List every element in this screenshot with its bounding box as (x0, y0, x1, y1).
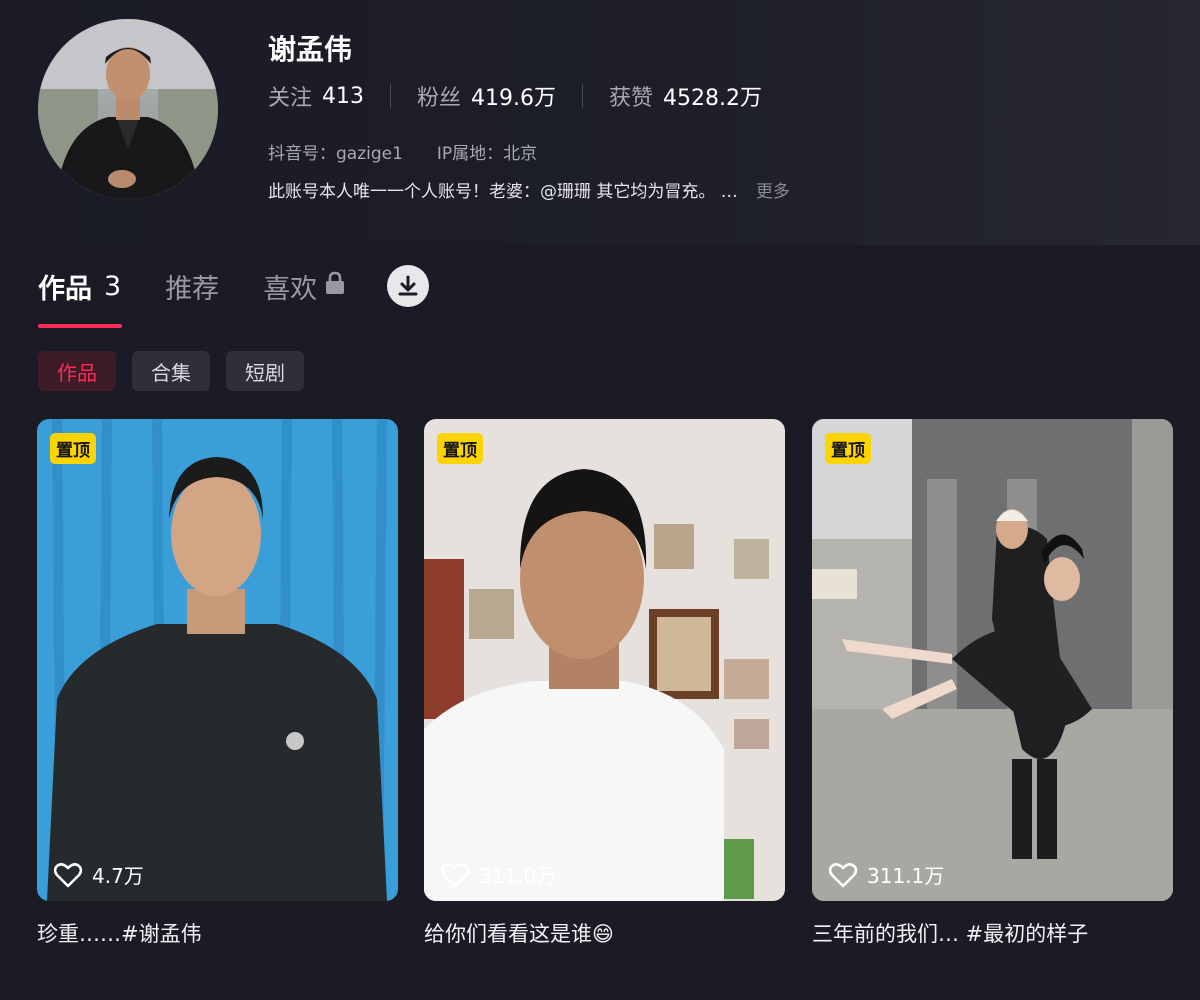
active-tab-indicator (38, 324, 122, 328)
tab-recommended[interactable]: 推荐 (165, 267, 219, 306)
likes-received-count: 4528.2万 (663, 86, 763, 111)
video-like-count: 311.1万 (829, 860, 944, 889)
pinned-badge: 置顶 (437, 433, 483, 464)
tab-works-label: 作品 (38, 273, 92, 305)
heart-icon (829, 862, 857, 888)
pinned-badge: 置顶 (50, 433, 96, 464)
stat-divider (390, 84, 392, 108)
bio-more-link[interactable]: 更多 (756, 177, 790, 202)
like-count-value: 311.1万 (867, 864, 945, 888)
heart-icon (54, 862, 82, 888)
video-thumbnail (424, 419, 785, 901)
avatar[interactable] (38, 19, 218, 199)
video-thumbnail (812, 419, 1173, 901)
video-title[interactable]: 给你们看看这是谁😄 (424, 918, 614, 948)
like-count-value: 4.7万 (92, 864, 144, 888)
profile-bio: 此账号本人唯一一个人账号！老婆：@珊珊 其它均为冒充。 … 更多 (268, 177, 790, 202)
stat-divider (582, 84, 584, 108)
video-card[interactable]: 置顶 311.1万 (812, 419, 1173, 901)
chip-works[interactable]: 作品 (38, 351, 116, 391)
heart-icon (441, 862, 469, 888)
profile-ids: 抖音号：gazige1 IP属地：北京 (268, 139, 537, 164)
like-count-value: 311.0万 (479, 864, 557, 888)
video-card[interactable]: 置顶 4.7万 (37, 419, 398, 901)
ip-location: IP属地：北京 (436, 144, 538, 164)
download-icon[interactable] (387, 265, 430, 307)
tab-works[interactable]: 作品 3 (38, 267, 121, 306)
profile-tabs: 作品 3 推荐 喜欢 (38, 264, 430, 308)
profile-stats: 关注 413 粉丝 419.6万 获赞 4528.2万 (268, 80, 762, 112)
tab-works-count: 3 (104, 270, 122, 302)
likes-received-label: 获赞 (609, 86, 654, 111)
video-title[interactable]: 珍重……#谢孟伟 (37, 918, 202, 948)
douyin-id: 抖音号：gazige1 (268, 144, 403, 164)
profile-name: 谢孟伟 (268, 33, 353, 66)
lock-icon (325, 271, 345, 302)
video-card[interactable]: 置顶 311.0万 (424, 419, 785, 901)
chip-short-dramas[interactable]: 短剧 (226, 351, 304, 391)
followers-label[interactable]: 粉丝 (417, 80, 461, 112)
video-like-count: 311.0万 (441, 860, 556, 889)
tab-recommended-label: 推荐 (165, 273, 220, 305)
chip-collections[interactable]: 合集 (132, 351, 210, 391)
content-filter-chips: 作品 合集 短剧 (38, 351, 320, 391)
following-label[interactable]: 关注 (268, 80, 312, 112)
video-thumbnail (37, 419, 398, 901)
bio-text: 此账号本人唯一一个人账号！老婆：@珊珊 其它均为冒充。 … (268, 182, 738, 202)
video-title[interactable]: 三年前的我们… #最初的样子 (812, 918, 1088, 948)
following-count[interactable]: 413 (322, 84, 364, 109)
followers-count[interactable]: 419.6万 (471, 80, 556, 112)
tab-liked-label: 喜欢 (263, 273, 318, 305)
tab-liked[interactable]: 喜欢 (263, 267, 345, 306)
video-like-count: 4.7万 (54, 860, 144, 889)
pinned-badge: 置顶 (825, 433, 871, 464)
